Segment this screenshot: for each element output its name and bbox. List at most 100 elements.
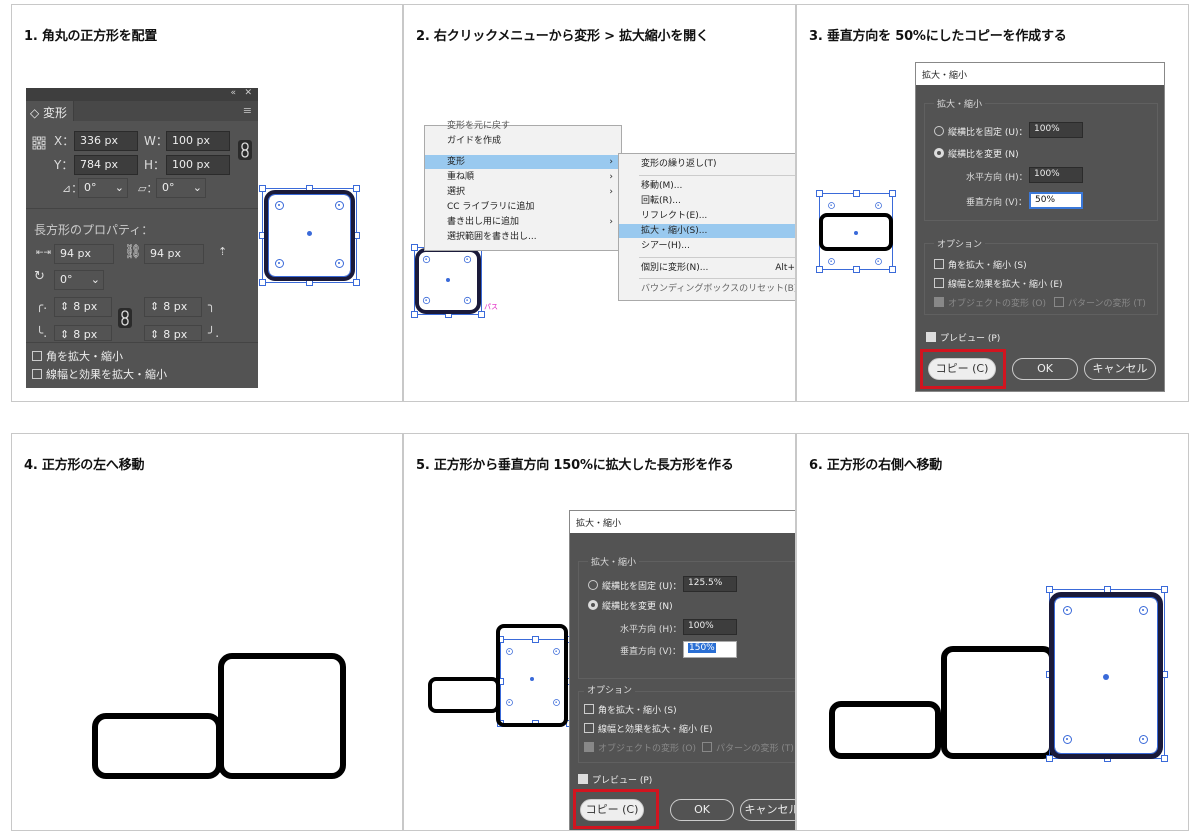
- submenu-item-transform-each[interactable]: 個別に変形(N)... Alt+: [619, 261, 795, 275]
- h-field[interactable]: 100 px: [166, 155, 230, 175]
- scale-dialog: 拡大・縮小 拡大・縮小 縦横比を固定 (U)： 125.5% 縦横比を変更 (N…: [569, 510, 795, 830]
- section-scale-label: 拡大・縮小: [588, 555, 640, 568]
- uniform-radio[interactable]: 縦横比を固定 (U)：: [588, 579, 681, 592]
- scale-dialog: 拡大・縮小 拡大・縮小 縦横比を固定 (U)： 100% 縦横比を変更 (N) …: [915, 62, 1165, 392]
- opt-corners-checkbox[interactable]: 角を拡大・縮小 (S): [584, 703, 677, 716]
- menu-item-transform[interactable]: 変形 ›: [425, 155, 621, 169]
- rounded-square[interactable]: [496, 624, 568, 727]
- rect-height-field[interactable]: 94 px: [144, 244, 204, 264]
- rounded-square: [218, 653, 346, 779]
- vertical-field[interactable]: 50%: [1029, 192, 1083, 209]
- rect-rotate-field[interactable]: 0° ⌄: [54, 270, 104, 290]
- menu-item-create-guides[interactable]: ガイドを作成: [425, 134, 621, 148]
- uniform-radio[interactable]: 縦横比を固定 (U)：: [934, 125, 1027, 138]
- step-caption: 1. 角丸の正方形を配置: [24, 29, 158, 44]
- rotate-value: 0°: [60, 273, 73, 286]
- y-field[interactable]: 784 px: [74, 155, 138, 175]
- scale-strokes-checkbox[interactable]: 線幅と効果を拡大・縮小: [32, 366, 167, 382]
- close-icon[interactable]: ✕: [244, 88, 252, 98]
- opt-corners-checkbox[interactable]: 角を拡大・縮小 (S): [934, 258, 1027, 271]
- tab-transform[interactable]: ◇ 変形: [26, 101, 74, 121]
- opt-patterns-checkbox[interactable]: パターンの変形 (T): [702, 741, 794, 754]
- step-4-cell: 4. 正方形の左へ移動: [11, 433, 403, 831]
- corner-br-value: 8 px: [163, 328, 188, 341]
- w-field[interactable]: 100 px: [166, 131, 230, 151]
- nonuniform-label: 縦横比を変更 (N): [602, 602, 673, 612]
- opt-strokes-checkbox[interactable]: 線幅と効果を拡大・縮小 (E): [934, 277, 1063, 290]
- h-label: H：: [144, 158, 166, 172]
- submenu-item-reset-bbox[interactable]: バウンディングボックスのリセット(B): [619, 282, 795, 296]
- options-label: オプション: [584, 683, 636, 696]
- uniform-field[interactable]: 100%: [1029, 122, 1083, 138]
- transform-panel: « ✕ ◇ 変形 ≡ X： 336 px W： 100 px Y： 784 px…: [26, 88, 258, 388]
- constrain-link-icon[interactable]: [238, 140, 252, 160]
- preview-checkbox[interactable]: プレビュー (P): [578, 773, 652, 786]
- corner-bl-icon: ╰.: [36, 326, 48, 340]
- step-6-cell: 6. 正方形の右側へ移動: [796, 433, 1189, 831]
- submenu-item-move[interactable]: 移動(M)...S: [619, 179, 795, 193]
- rect-width-field[interactable]: 94 px: [54, 244, 114, 264]
- unlink-icon[interactable]: ⛓: [124, 244, 142, 260]
- vertical-field[interactable]: 150%: [683, 641, 737, 658]
- chevron-right-icon: ›: [609, 217, 613, 227]
- ok-button[interactable]: OK: [670, 799, 734, 821]
- opt-strokes-label: 線幅と効果を拡大・縮小 (E): [948, 280, 1063, 290]
- menu-item-undo[interactable]: 変形を元に戻す: [425, 119, 621, 133]
- menu-item-cc-library[interactable]: CC ライブラリに追加: [425, 200, 621, 214]
- step-caption: 3. 垂直方向を 50%にしたコピーを作成する: [809, 29, 1067, 44]
- step-caption: 2. 右クリックメニューから変形 > 拡大縮小を開く: [416, 29, 709, 44]
- cancel-button[interactable]: キャンセル: [1084, 358, 1156, 380]
- step-caption: 4. 正方形の左へ移動: [24, 458, 145, 473]
- preview-label: プレビュー (P): [940, 334, 1001, 344]
- path-hint-label: パス: [484, 303, 498, 311]
- opt-objects-checkbox[interactable]: オブジェクトの変形 (O): [934, 296, 1046, 309]
- angle-value: 0°: [84, 181, 97, 194]
- dialog-titlebar: 拡大・縮小: [916, 63, 1164, 85]
- corner-br-field[interactable]: ⇕ 8 px: [144, 325, 202, 341]
- submenu-item-shear[interactable]: シアー(H)...: [619, 239, 795, 253]
- menu-item-export-selection[interactable]: 選択範囲を書き出し...: [425, 230, 621, 244]
- menu-item-label: 重ね順: [447, 172, 475, 182]
- horizontal-field[interactable]: 100%: [1029, 167, 1083, 183]
- x-field[interactable]: 336 px: [74, 131, 138, 151]
- ok-button[interactable]: OK: [1012, 358, 1078, 380]
- submenu-item-reflect[interactable]: リフレクト(E)...: [619, 209, 795, 223]
- cancel-button[interactable]: キャンセル: [740, 799, 795, 821]
- nonuniform-radio[interactable]: 縦横比を変更 (N): [934, 147, 1019, 160]
- height-icon: ⇡: [218, 245, 228, 258]
- panel-menu-icon[interactable]: ≡: [243, 104, 252, 117]
- chevron-down-icon: ⌄: [192, 181, 202, 194]
- shear-field[interactable]: 0° ⌄: [156, 178, 206, 198]
- corner-tl-value: 8 px: [73, 300, 98, 313]
- opt-strokes-checkbox[interactable]: 線幅と効果を拡大・縮小 (E): [584, 722, 713, 735]
- menu-item-export-add[interactable]: 書き出し用に追加 ›: [425, 215, 621, 229]
- menu-item-arrange[interactable]: 重ね順 ›: [425, 170, 621, 184]
- horizontal-field[interactable]: 100%: [683, 619, 737, 635]
- preview-checkbox[interactable]: プレビュー (P): [926, 331, 1000, 344]
- submenu-item-rotate[interactable]: 回転(R)...: [619, 194, 795, 208]
- uniform-label: 縦横比を固定 (U)：: [948, 128, 1028, 138]
- menu-item-label: 書き出し用に追加: [447, 217, 520, 227]
- reference-point-icon[interactable]: [32, 136, 46, 150]
- corner-tl-field[interactable]: ⇕ 8 px: [54, 297, 112, 317]
- width-icon: ⇤⇥: [36, 248, 52, 258]
- angle-field[interactable]: 0° ⌄: [78, 178, 128, 198]
- panel-titlebar[interactable]: « ✕: [26, 88, 258, 101]
- submenu-item-scale[interactable]: 拡大・縮小(S)...: [619, 224, 795, 238]
- menu-item-select[interactable]: 選択 ›: [425, 185, 621, 199]
- opt-patterns-checkbox[interactable]: パターンの変形 (T): [1054, 296, 1146, 309]
- corner-link-icon[interactable]: [118, 308, 132, 328]
- uniform-field[interactable]: 125.5%: [683, 576, 737, 592]
- chevron-right-icon: ›: [609, 172, 613, 182]
- options-label: オプション: [934, 237, 986, 250]
- step-1-cell: 1. 角丸の正方形を配置 « ✕ ◇ 変形 ≡ X： 336 px W： 100…: [11, 4, 403, 402]
- corner-bl-field[interactable]: ⇕ 8 px: [54, 325, 112, 341]
- corner-tr-field[interactable]: ⇕ 8 px: [144, 297, 202, 317]
- scale-corners-checkbox[interactable]: 角を拡大・縮小: [32, 348, 123, 364]
- corner-bl-value: 8 px: [73, 328, 98, 341]
- submenu-item-repeat[interactable]: 変形の繰り返し(T): [619, 157, 795, 171]
- opt-objects-checkbox[interactable]: オブジェクトの変形 (O): [584, 741, 696, 754]
- collapse-icon[interactable]: «: [230, 88, 236, 98]
- nonuniform-radio[interactable]: 縦横比を変更 (N): [588, 599, 673, 612]
- step-3-cell: 3. 垂直方向を 50%にしたコピーを作成する 拡大・縮小 拡大・縮小 縦横比を…: [796, 4, 1189, 402]
